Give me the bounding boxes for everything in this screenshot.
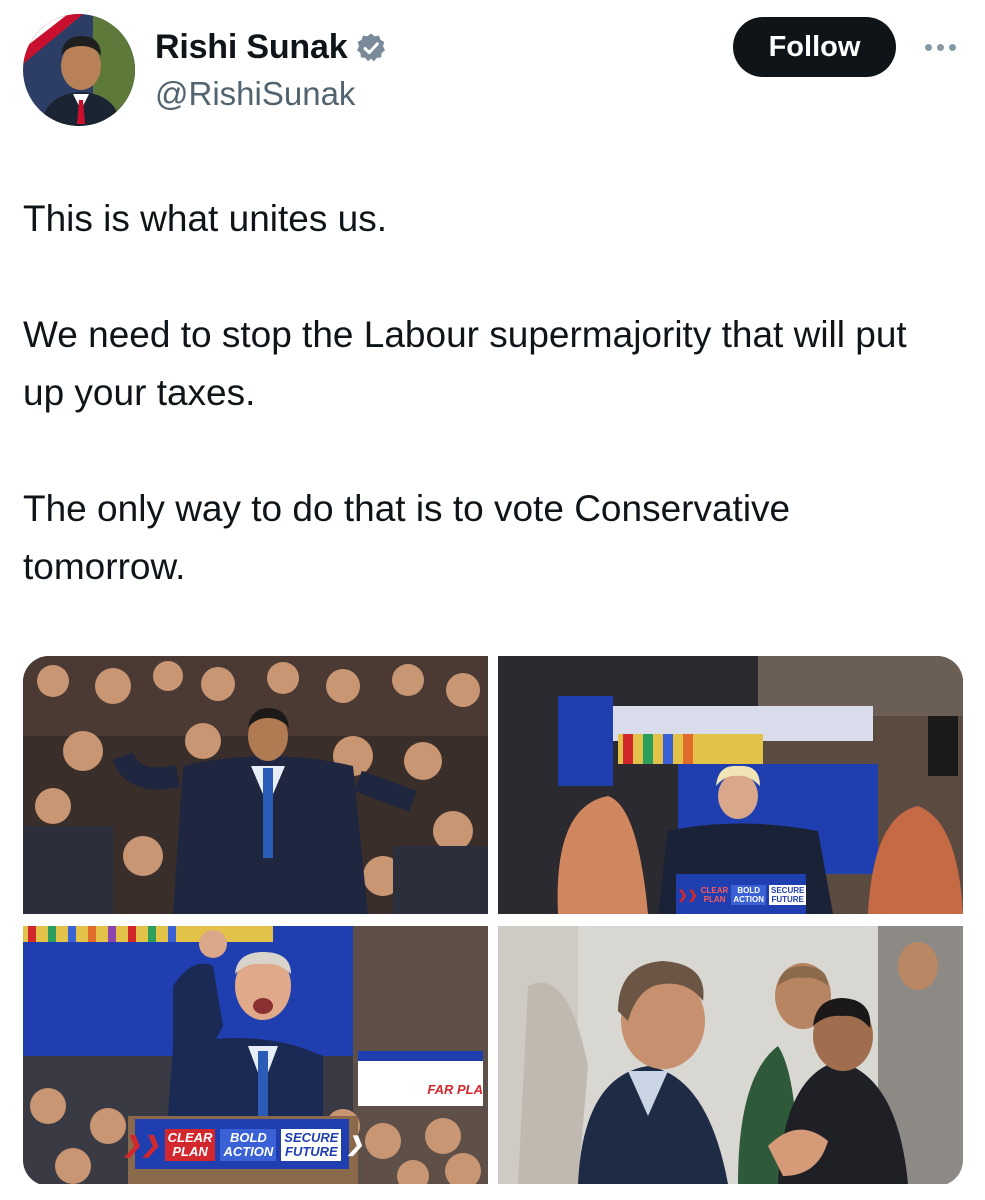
- sign-text: BOLD: [737, 886, 760, 895]
- follow-button[interactable]: Follow: [733, 17, 896, 77]
- dot: [936, 43, 944, 51]
- sign-text: PLAN: [703, 895, 726, 904]
- media-grid: ❯❯ CLEAR PLAN BOLD ACTION SECURE FUTURE: [23, 656, 963, 1186]
- sign-text: SECURE: [771, 886, 805, 895]
- sign-text: SECURE: [284, 1130, 339, 1145]
- sign-chevron-icon: ❯: [346, 1134, 364, 1156]
- tweet-paragraph: This is what unites us.: [23, 198, 387, 239]
- podium-sign: ❯❯ CLEAR PLAN BOLD ACTION SECURE FUTURE: [677, 878, 807, 912]
- photo-applauding[interactable]: [498, 926, 963, 1184]
- sign-text: FUTURE: [771, 895, 804, 904]
- author-name[interactable]: Rishi Sunak: [155, 28, 348, 67]
- more-options-icon[interactable]: [915, 32, 965, 62]
- sign-bold-action: BOLD ACTION: [731, 885, 766, 905]
- screen-sign-text: FAR PLA: [427, 1081, 483, 1097]
- sign-chevrons-icon: ❯❯: [122, 1132, 160, 1157]
- podium-sign: ❯❯ CLEAR PLAN BOLD ACTION SECURE FUTURE …: [123, 1122, 363, 1168]
- sign-clear-plan: CLEAR PLAN: [164, 1129, 216, 1161]
- sign-text: PLAN: [172, 1144, 208, 1159]
- photo-applauding-image: [498, 926, 963, 1184]
- screen-sign: FAR PLA: [401, 1078, 483, 1100]
- photo-crowd[interactable]: [23, 656, 488, 914]
- author-name-row: Rishi Sunak: [155, 28, 387, 67]
- photo-crowd-image: [23, 656, 488, 914]
- photo-podium-speaker[interactable]: ❯❯ CLEAR PLAN BOLD ACTION SECURE FUTURE: [498, 656, 963, 914]
- sign-clear-plan: CLEAR PLAN: [701, 886, 729, 904]
- tweet-text: This is what unites us. We need to stop …: [23, 190, 953, 596]
- author-handle[interactable]: @RishiSunak: [155, 75, 355, 113]
- avatar[interactable]: [23, 14, 135, 126]
- dot: [924, 43, 932, 51]
- sign-text: CLEAR: [167, 1130, 213, 1145]
- sign-secure-future: SECURE FUTURE: [769, 885, 807, 905]
- tweet-paragraph: We need to stop the Labour supermajority…: [23, 314, 907, 413]
- sign-text: FUTURE: [285, 1144, 338, 1159]
- sign-chevrons-icon: ❯❯: [677, 887, 698, 902]
- tweet-paragraph: The only way to do that is to vote Conse…: [23, 488, 791, 587]
- photo-fist-raised[interactable]: FAR PLA ❯❯ CLEAR PLAN BOLD ACTION SECURE…: [23, 926, 488, 1184]
- sign-bold-action: BOLD ACTION: [220, 1129, 277, 1161]
- sign-text: BOLD: [229, 1130, 267, 1145]
- dot: [948, 43, 956, 51]
- sign-text: CLEAR: [700, 886, 729, 895]
- sign-secure-future: SECURE FUTURE: [281, 1129, 342, 1161]
- sign-text: ACTION: [733, 895, 764, 904]
- avatar-image: [23, 14, 135, 126]
- verified-badge-icon[interactable]: [355, 32, 387, 64]
- photo-podium-speaker-image: [498, 656, 963, 914]
- sign-text: ACTION: [223, 1144, 274, 1159]
